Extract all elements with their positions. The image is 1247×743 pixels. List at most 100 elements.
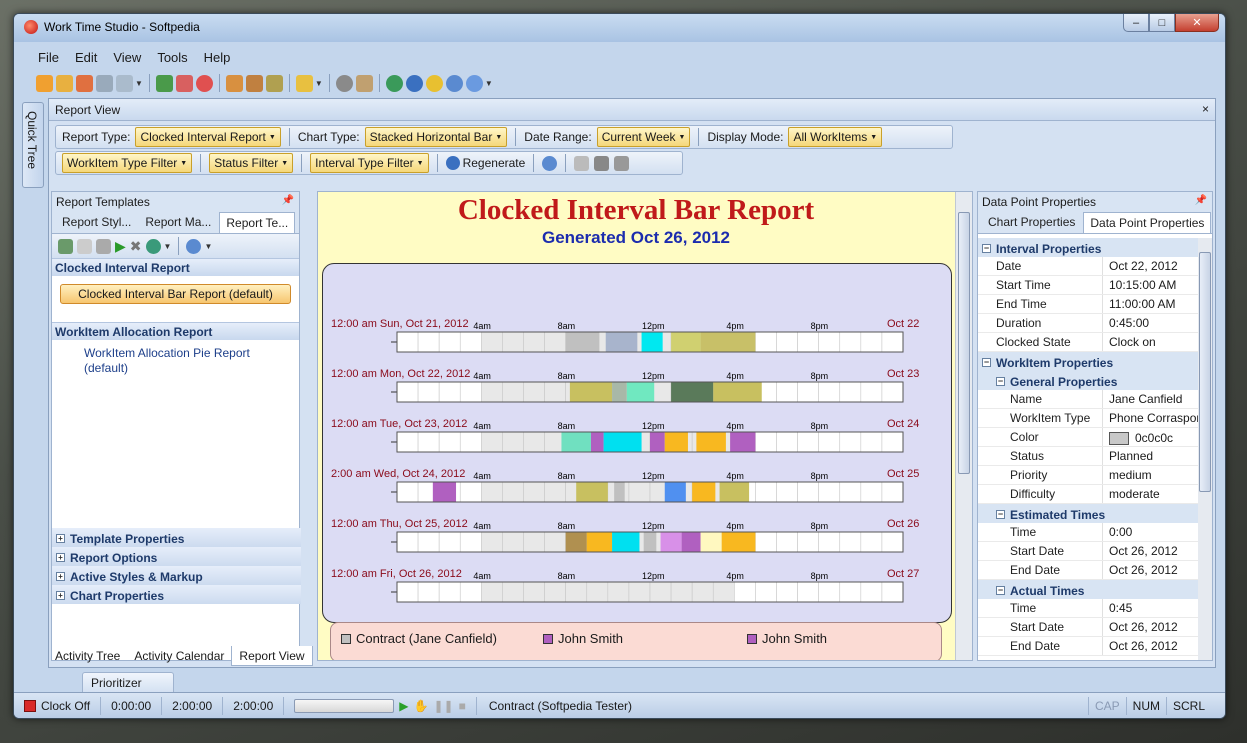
interval-bar[interactable] [700,332,756,352]
tools-icon[interactable] [265,74,283,92]
toolbar-overflow-icon-2[interactable]: ▼ [204,242,212,251]
interval-bar[interactable] [565,532,587,552]
move-up-icon[interactable] [225,74,243,92]
toolbar-overflow-icon[interactable]: ▼ [164,242,172,251]
refresh-icon[interactable] [145,238,161,254]
interval-bar[interactable] [700,532,722,552]
prop-row[interactable]: Time 0:00 [978,523,1208,542]
prop-row[interactable]: Time 0:45 [978,599,1208,618]
template-properties-group[interactable]: + Template Properties [52,528,301,547]
cat-estimated-times[interactable]: − Estimated Times [978,504,1208,523]
prop-row[interactable]: Start Date Oct 26, 2012 [978,618,1208,637]
pin-icon[interactable]: 📌 [282,195,294,206]
about-icon[interactable] [465,74,483,92]
interval-bar[interactable] [569,382,613,402]
info-icon[interactable] [425,74,443,92]
stop-square-icon[interactable]: ■ [459,699,466,713]
interval-bar[interactable] [626,382,655,402]
interval-bar[interactable] [713,382,762,402]
maximize-button[interactable]: □ [1149,14,1175,32]
cat-actual-times[interactable]: − Actual Times [978,580,1208,599]
arrow-icon[interactable] [295,74,313,92]
report-options-group[interactable]: + Report Options [52,547,301,566]
interval-bar[interactable] [650,432,665,452]
pause-icon[interactable]: ❚❚ [433,699,453,713]
run-icon[interactable]: ▶ [115,238,126,255]
pie-chart-icon[interactable] [195,74,213,92]
prop-row[interactable]: WorkItem Type Phone Corraspondance [978,409,1208,428]
tree-view-icon[interactable] [155,74,173,92]
tab-chart-properties[interactable]: Chart Properties [982,212,1081,233]
globe-icon[interactable] [385,74,403,92]
group-workitem-allocation[interactable]: WorkItem Allocation Report [52,322,299,340]
print-preview-icon[interactable] [614,155,630,171]
interval-bar[interactable] [643,532,657,552]
pin-icon[interactable]: 📌 [1195,195,1207,206]
interval-bar[interactable] [605,332,638,352]
tab-report-markup[interactable]: Report Ma... [139,212,217,233]
tab-report-view[interactable]: Report View [231,646,313,666]
help-icon[interactable] [445,74,463,92]
display-mode-dropdown[interactable]: All WorkItems ▼ [788,127,883,147]
copy-icon[interactable] [96,238,111,254]
menu-help[interactable]: Help [204,50,231,65]
interval-bar-chart[interactable]: 12:00 am Sun, Oct 21, 2012 Oct 22 4am 8am 12… [323,264,953,624]
interval-bar[interactable] [612,532,640,552]
interval-bar[interactable] [432,482,457,502]
prop-row[interactable]: End Date Oct 26, 2012 [978,561,1208,580]
prop-row[interactable]: Date Oct 22, 2012 [978,257,1208,276]
interval-bar[interactable] [671,332,701,352]
undo-icon[interactable] [96,74,113,92]
calendar-icon[interactable] [175,74,193,92]
prop-row[interactable]: Clocked State Clock on [978,333,1208,352]
interval-bar[interactable] [561,432,591,452]
tab-data-point-properties[interactable]: Data Point Properties [1083,212,1212,233]
prop-row-color[interactable]: Color 0c0c0c [978,428,1208,447]
clock-off-button[interactable]: Clock Off [14,696,102,715]
interval-bar[interactable] [681,532,701,552]
new-item-icon[interactable] [36,74,53,92]
interval-bar[interactable] [614,482,625,502]
menu-view[interactable]: View [113,50,141,65]
template-clocked-interval-bar[interactable]: Clocked Interval Bar Report (default) [60,284,291,304]
prop-row[interactable]: Priority medium [978,466,1208,485]
menu-tools[interactable]: Tools [157,50,187,65]
interval-bar[interactable] [565,332,600,352]
prop-row[interactable]: Status Planned [978,447,1208,466]
prop-row[interactable]: Difficulty moderate [978,485,1208,504]
report-view-close-icon[interactable]: × [1202,102,1209,116]
prop-row[interactable]: Duration 0:45:00 [978,314,1208,333]
cat-general-properties[interactable]: − General Properties [978,371,1208,390]
interval-type-filter[interactable]: Interval Type Filter ▼ [310,153,429,173]
toolbar-overflow-icon-2[interactable]: ▼ [315,79,323,88]
status-filter[interactable]: Status Filter ▼ [209,153,294,173]
menu-file[interactable]: File [38,50,59,65]
toolbar-overflow-icon[interactable]: ▼ [135,79,143,88]
rename-icon[interactable] [77,238,92,254]
properties-scrollbar[interactable] [1198,238,1212,660]
date-range-dropdown[interactable]: Current Week ▼ [596,127,691,147]
balance-icon[interactable] [245,74,263,92]
web-icon[interactable] [405,74,423,92]
quick-tree-tab[interactable]: Quick Tree [22,102,44,188]
help-icon[interactable] [186,238,202,254]
settings-icon[interactable] [335,74,353,92]
interval-bar[interactable] [719,482,750,502]
close-button[interactable]: ✕ [1175,14,1219,32]
interval-bar[interactable] [664,432,688,452]
page-setup-icon[interactable] [574,155,590,171]
interval-bar[interactable] [603,432,642,452]
interval-bar[interactable] [590,432,604,452]
prop-row[interactable]: Start Time 10:15:00 AM [978,276,1208,295]
prop-row[interactable]: End Date Oct 26, 2012 [978,637,1208,656]
active-styles-group[interactable]: + Active Styles & Markup [52,566,301,585]
interval-bar[interactable] [612,382,627,402]
group-clocked-interval[interactable]: Clocked Interval Report [52,258,299,276]
cat-interval-properties[interactable]: − Interval Properties [978,238,1208,257]
chart-properties-group[interactable]: + Chart Properties [52,585,301,604]
flask-icon[interactable] [355,74,373,92]
tab-report-templates[interactable]: Report Te... [219,212,296,233]
toolbar-overflow-icon-3[interactable]: ▼ [485,79,493,88]
template-workitem-pie[interactable]: WorkItem Allocation Pie Report (default) [84,346,289,376]
tab-prioritizer[interactable]: Prioritizer [82,672,174,692]
